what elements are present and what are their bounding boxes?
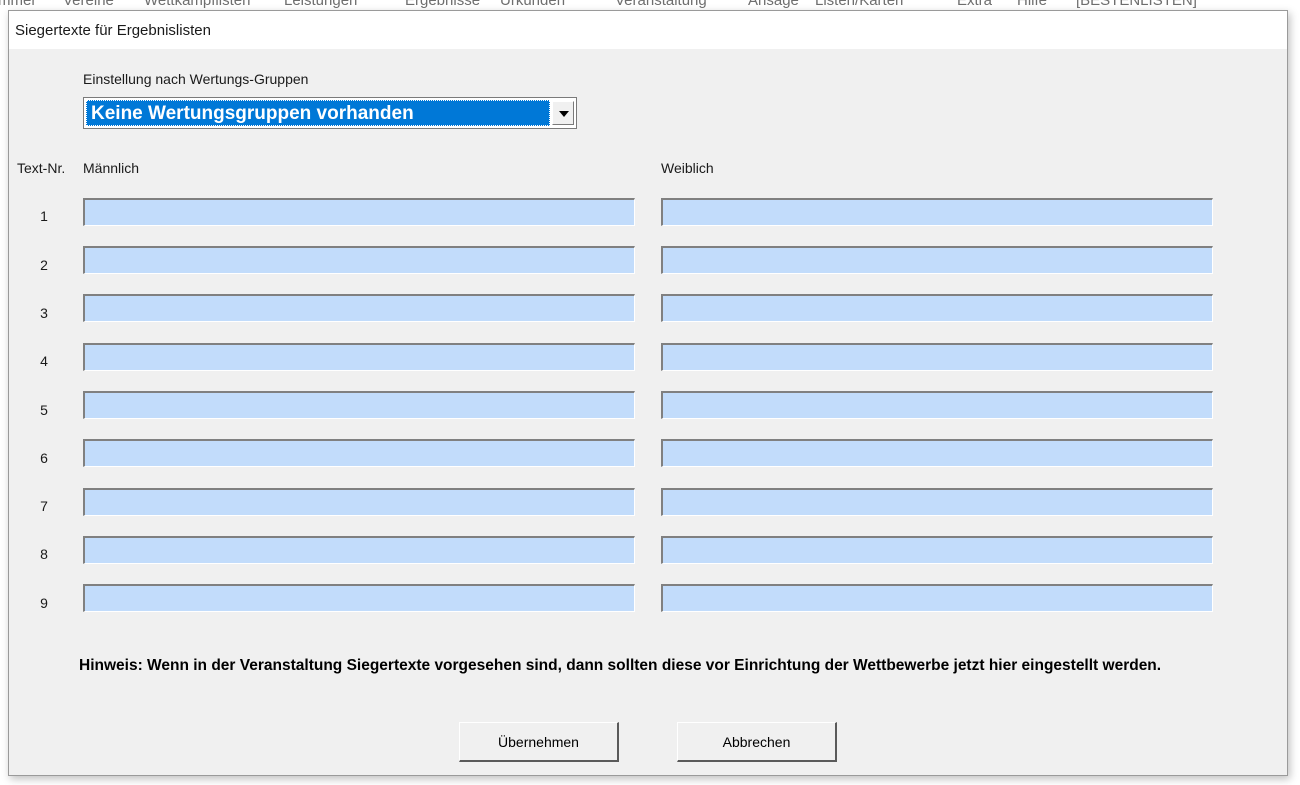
male-text-field-5[interactable] [83, 391, 635, 419]
dialog-title: Siegertexte für Ergebnislisten [15, 22, 211, 39]
female-text-field-6[interactable] [661, 439, 1213, 467]
female-text-field-8[interactable] [661, 536, 1213, 564]
group-select[interactable]: Keine Wertungsgruppen vorhanden [83, 97, 577, 129]
male-text-field-7[interactable] [83, 488, 635, 516]
column-header-female: Weiblich [661, 160, 714, 176]
female-text-field-5[interactable] [661, 391, 1213, 419]
female-text-field-7[interactable] [661, 488, 1213, 516]
apply-button[interactable]: Übernehmen [459, 722, 619, 762]
column-header-text-nr: Text-Nr. [17, 160, 66, 176]
row-number-6: 6 [40, 450, 48, 466]
row-number-4: 4 [40, 353, 48, 369]
chevron-down-icon [559, 111, 569, 117]
group-select-value[interactable]: Keine Wertungsgruppen vorhanden [86, 100, 550, 126]
hint-text: Hinweis: Wenn in der Veranstaltung Siege… [79, 657, 1162, 674]
male-text-field-8[interactable] [83, 536, 635, 564]
row-number-2: 2 [40, 257, 48, 273]
row-number-5: 5 [40, 402, 48, 418]
male-text-field-6[interactable] [83, 439, 635, 467]
dialog-title-bar[interactable]: Siegertexte für Ergebnislisten [9, 11, 1287, 49]
female-text-field-3[interactable] [661, 294, 1213, 322]
row-number-8: 8 [40, 546, 48, 562]
male-text-field-2[interactable] [83, 246, 635, 274]
male-text-field-9[interactable] [83, 584, 635, 612]
row-number-3: 3 [40, 305, 48, 321]
row-number-7: 7 [40, 498, 48, 514]
siegertexte-dialog: Siegertexte für Ergebnislisten Einstellu… [8, 10, 1288, 776]
cancel-button[interactable]: Abbrechen [677, 722, 837, 762]
row-number-1: 1 [40, 208, 48, 224]
row-number-9: 9 [40, 595, 48, 611]
female-text-field-1[interactable] [661, 198, 1213, 226]
male-text-field-4[interactable] [83, 343, 635, 371]
male-text-field-3[interactable] [83, 294, 635, 322]
female-text-field-9[interactable] [661, 584, 1213, 612]
column-header-male: Männlich [83, 160, 140, 176]
group-select-dropdown-button[interactable] [552, 101, 574, 125]
group-setting-label: Einstellung nach Wertungs-Gruppen [83, 71, 309, 87]
female-text-field-2[interactable] [661, 246, 1213, 274]
female-text-field-4[interactable] [661, 343, 1213, 371]
male-text-field-1[interactable] [83, 198, 635, 226]
